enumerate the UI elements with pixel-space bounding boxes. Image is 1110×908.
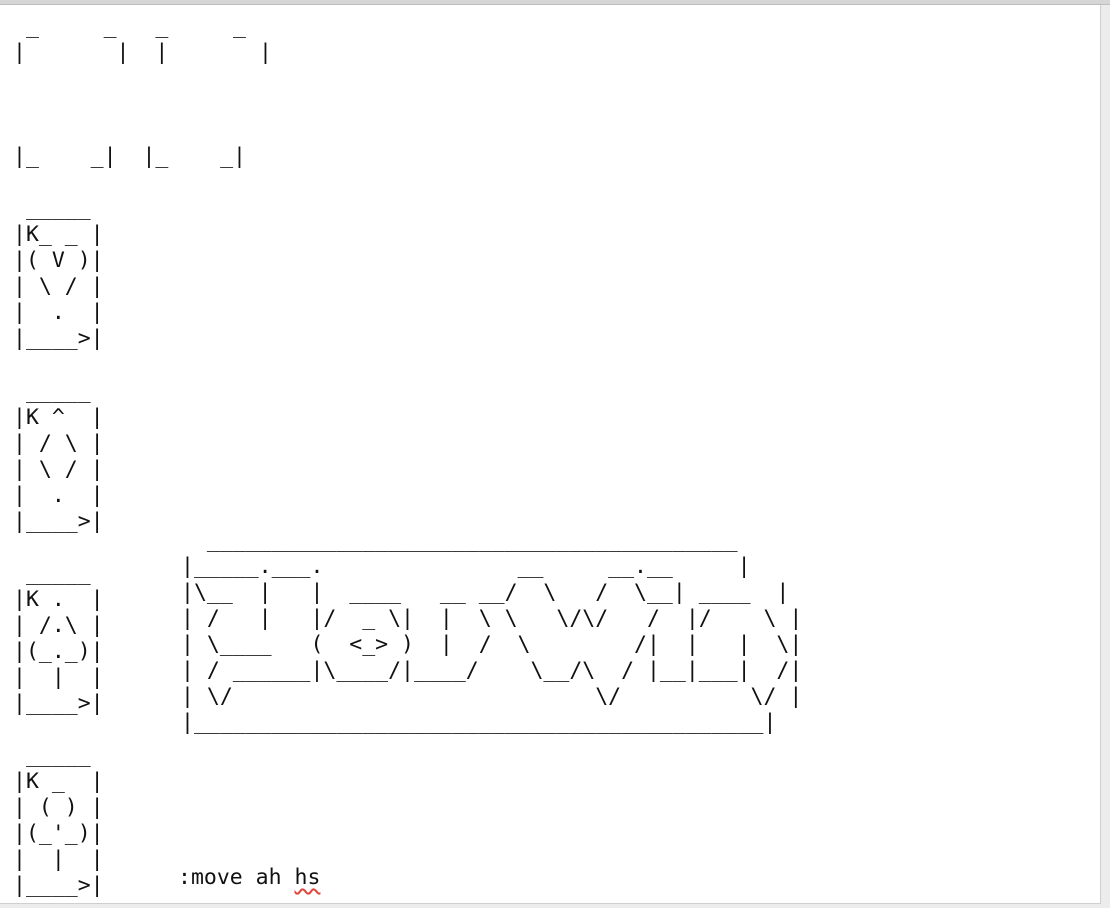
card-king-of-hearts: _____ |K_ _ | |( V )| | \ / | | . | |___… [13, 196, 104, 351]
you-win-banner: ________________________________________… [181, 528, 803, 735]
empty-foundation-slots: _ _ _ _ | | | | |_ _| |_ _| [13, 14, 272, 169]
command-text: :move ah [178, 865, 295, 890]
terminal-window: _ _ _ _ | | | | |_ _| |_ _| _____ |K_ _ … [0, 0, 1110, 908]
command-argument: hs [294, 865, 321, 890]
card-king-of-spades: _____ |K . | | /.\ | |(_._)| | | | |____… [13, 561, 104, 716]
terminal-screen[interactable]: _ _ _ _ | | | | |_ _| |_ _| _____ |K_ _ … [0, 5, 1101, 904]
card-king-of-clubs: _____ |K _ | | ( ) | |(_'_)| | | | |____… [13, 743, 104, 898]
card-king-of-diamonds: _____ |K ^ | | / \ | | \ / | | . | |____… [13, 379, 104, 534]
command-line[interactable]: :move ah hs [178, 865, 320, 891]
